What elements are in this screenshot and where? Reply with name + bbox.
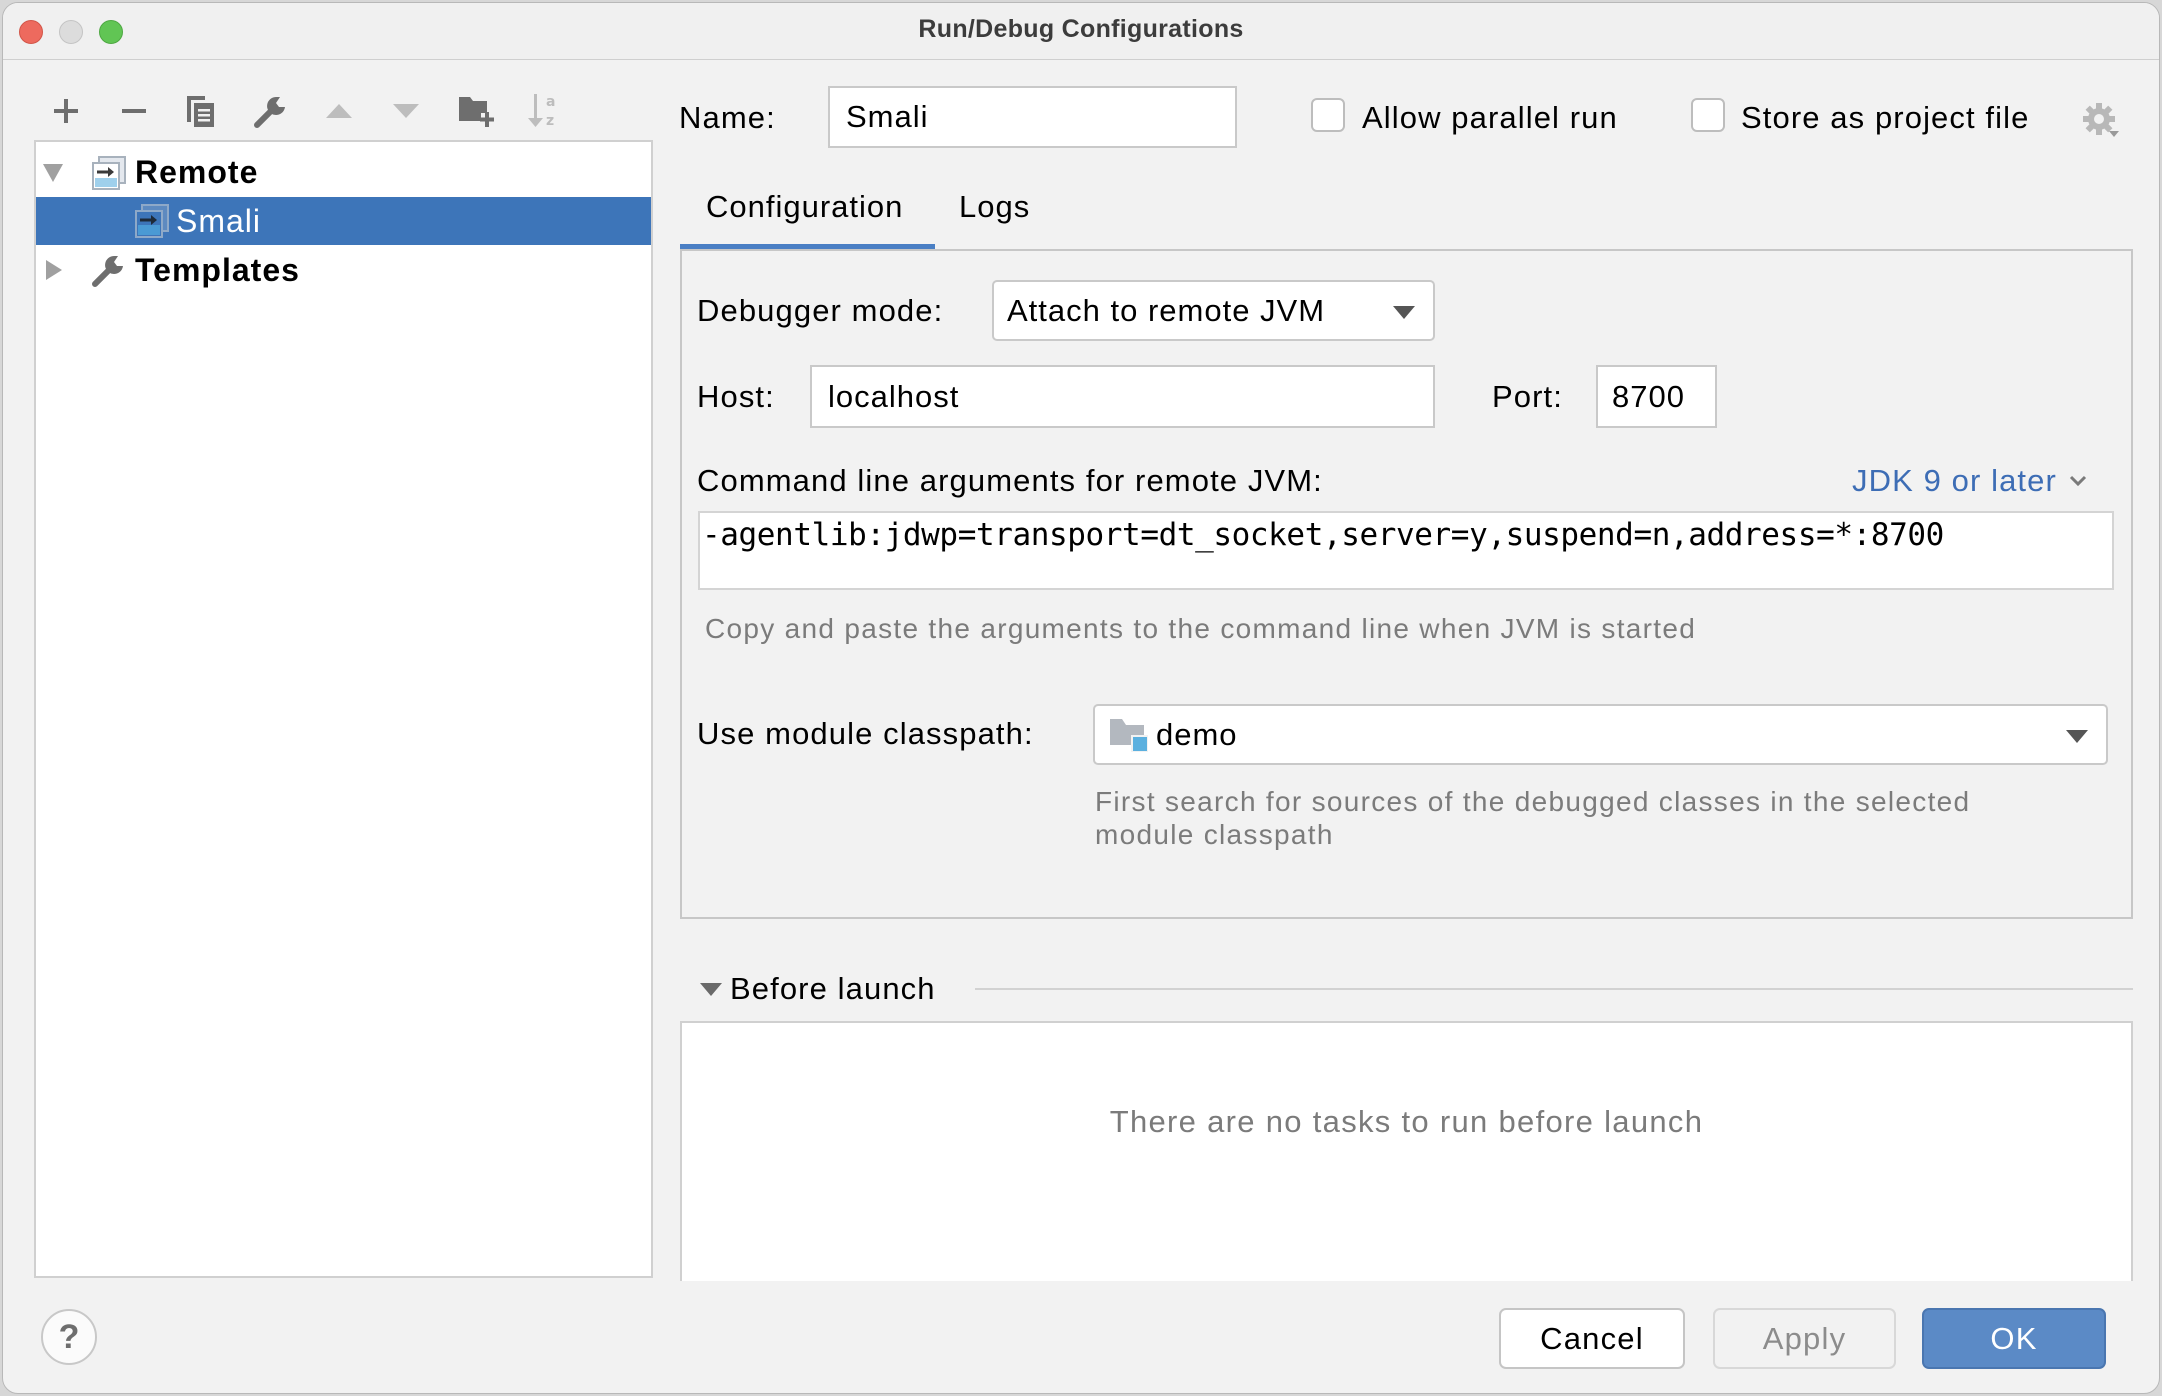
module-classpath-value: demo xyxy=(1156,716,1238,752)
store-as-project-file-label[interactable]: Store as project file xyxy=(1741,100,2029,136)
sort-configurations-button[interactable]: az xyxy=(523,91,563,131)
arrow-up-icon xyxy=(326,104,352,118)
port-input[interactable]: 8700 xyxy=(1596,365,1717,428)
debugger-mode-select[interactable]: Attach to remote JVM xyxy=(992,280,1435,341)
plus-icon xyxy=(54,99,78,123)
before-launch-task-list[interactable]: There are no tasks to run before launch xyxy=(680,1021,2133,1281)
module-classpath-label: Use module classpath: xyxy=(697,716,1034,751)
ok-button[interactable]: OK xyxy=(1922,1308,2106,1369)
cancel-button[interactable]: Cancel xyxy=(1499,1308,1685,1369)
copy-icon xyxy=(187,96,214,127)
wrench-icon xyxy=(92,255,123,287)
expanded-arrow-icon xyxy=(700,982,722,996)
debugger-mode-value: Attach to remote JVM xyxy=(1007,292,1326,328)
minus-icon xyxy=(122,109,146,113)
move-down-button[interactable] xyxy=(386,91,426,131)
remote-config-icon xyxy=(92,156,126,190)
window-title: Run/Debug Configurations xyxy=(918,15,1244,43)
folder-add-icon xyxy=(459,97,494,127)
new-folder-button[interactable] xyxy=(456,91,496,131)
apply-button-label: Apply xyxy=(1762,1320,1847,1356)
edit-templates-button[interactable] xyxy=(251,91,291,131)
tree-item-templates[interactable]: Templates xyxy=(36,246,651,294)
ok-button-label: OK xyxy=(1990,1320,2038,1356)
chevron-down-icon xyxy=(2066,730,2088,743)
cancel-button-label: Cancel xyxy=(1540,1320,1644,1356)
host-input[interactable]: localhost xyxy=(810,365,1435,428)
help-icon: ? xyxy=(58,1317,80,1356)
command-line-args-value: -agentlib:jdwp=transport=dt_socket,serve… xyxy=(702,517,1944,553)
debugger-mode-label: Debugger mode: xyxy=(697,293,944,328)
tree-item-remote[interactable]: Remote xyxy=(36,148,651,196)
host-input-value: localhost xyxy=(828,378,960,414)
jdk-version-dropdown[interactable]: JDK 9 or later xyxy=(1852,463,2087,499)
title-bar: Run/Debug Configurations xyxy=(3,3,2159,60)
help-button[interactable]: ? xyxy=(41,1309,97,1365)
before-launch-toggle[interactable] xyxy=(691,969,731,1009)
command-line-args-hint: Copy and paste the arguments to the comm… xyxy=(705,613,1697,644)
run-debug-dialog: Run/Debug Configurations az Remote Smali… xyxy=(2,2,2160,1394)
port-input-value: 8700 xyxy=(1612,378,1685,414)
host-label: Host: xyxy=(697,379,775,414)
tab-label: Logs xyxy=(959,189,1031,224)
add-configuration-button[interactable] xyxy=(46,91,86,131)
chevron-down-icon xyxy=(2069,475,2086,487)
apply-button[interactable]: Apply xyxy=(1713,1308,1896,1369)
remove-configuration-button[interactable] xyxy=(114,91,154,131)
tab-logs[interactable]: Logs xyxy=(959,189,1030,225)
port-label: Port: xyxy=(1492,379,1563,414)
module-classpath-select[interactable]: demo xyxy=(1093,704,2108,765)
jdk-version-link[interactable]: JDK 9 or later xyxy=(1852,463,2057,499)
allow-parallel-run-checkbox[interactable] xyxy=(1311,98,1345,132)
name-label: Name: xyxy=(679,100,776,135)
command-line-args-label: Command line arguments for remote JVM: xyxy=(697,463,1323,498)
svg-text:z: z xyxy=(546,113,554,129)
tree-item-label: Templates xyxy=(135,251,300,288)
name-input-value: Smali xyxy=(846,99,929,134)
before-launch-empty-text: There are no tasks to run before launch xyxy=(1109,1104,1704,1139)
sort-alpha-icon: az xyxy=(528,94,555,129)
remote-config-icon xyxy=(135,204,169,238)
allow-parallel-run-label[interactable]: Allow parallel run xyxy=(1362,100,1618,136)
gear-icon[interactable] xyxy=(2081,101,2121,141)
module-classpath-hint-line2: module classpath xyxy=(1095,819,1334,850)
command-line-args-textarea[interactable]: -agentlib:jdwp=transport=dt_socket,serve… xyxy=(698,511,2114,590)
tab-configuration[interactable]: Configuration xyxy=(706,189,903,225)
tree-item-label: Smali xyxy=(176,202,262,239)
module-classpath-hint-line1: First search for sources of the debugged… xyxy=(1095,786,1971,817)
tree-item-smali[interactable]: Smali xyxy=(36,197,651,245)
arrow-down-icon xyxy=(393,104,419,118)
store-as-project-file-checkbox[interactable] xyxy=(1691,98,1725,132)
module-folder-icon xyxy=(1110,718,1148,752)
section-divider xyxy=(975,988,2133,990)
tab-label: Configuration xyxy=(706,189,904,224)
move-up-button[interactable] xyxy=(319,91,359,131)
tree-item-label: Remote xyxy=(135,153,259,190)
copy-configuration-button[interactable] xyxy=(181,91,221,131)
collapsed-arrow-icon[interactable] xyxy=(44,259,64,281)
name-input[interactable]: Smali xyxy=(828,86,1237,148)
svg-text:a: a xyxy=(546,94,555,110)
wrench-icon xyxy=(254,96,285,128)
before-launch-title: Before launch xyxy=(730,971,936,1006)
chevron-down-icon xyxy=(1393,306,1415,319)
configuration-tree[interactable]: Remote Smali Templates xyxy=(34,140,653,1278)
expanded-arrow-icon[interactable] xyxy=(42,162,64,184)
